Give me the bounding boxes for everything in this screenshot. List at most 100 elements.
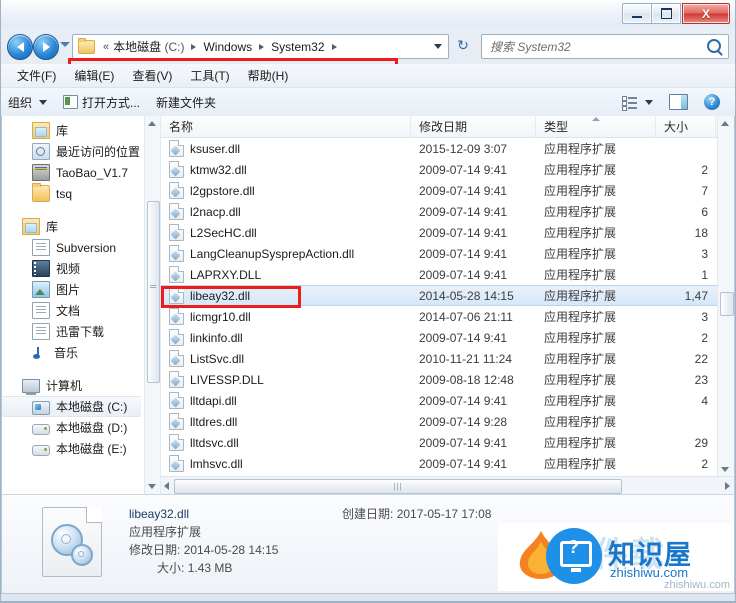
table-row[interactable]: libeay32.dll 2014-05-28 14:15 应用程序扩展 1,47	[161, 285, 734, 306]
navigation-scroll-thumb[interactable]	[147, 201, 160, 383]
scroll-up-icon[interactable]	[148, 121, 156, 126]
breadcrumb-item-drive[interactable]: 本地磁盘 (C:)	[111, 38, 186, 55]
nav-item-videos[interactable]: 视频	[2, 258, 160, 279]
details-pane: libeay32.dll 应用程序扩展 修改日期: 2014-05-28 14:…	[1, 494, 735, 594]
scroll-right-icon[interactable]	[725, 482, 730, 490]
menu-file[interactable]: 文件(F)	[8, 65, 65, 86]
table-row[interactable]: lltdsvc.dll 2009-07-14 9:41 应用程序扩展 29	[161, 432, 734, 453]
horizontal-scroll-thumb[interactable]: |||	[174, 479, 622, 494]
help-button[interactable]: ?	[696, 94, 728, 110]
scroll-down-icon[interactable]	[721, 467, 729, 472]
file-type-cell: 应用程序扩展	[544, 142, 617, 156]
scroll-up-icon[interactable]	[721, 121, 729, 126]
refresh-button[interactable]: ↻	[452, 34, 474, 57]
back-button[interactable]	[7, 34, 33, 60]
search-input[interactable]: 搜索 System32	[481, 34, 729, 59]
forward-button[interactable]	[33, 34, 59, 60]
address-bar[interactable]: « 本地磁盘 (C:) Windows System32	[72, 34, 449, 59]
close-button[interactable]: X	[682, 3, 730, 24]
nav-item-drive-c[interactable]: 本地磁盘 (C:)	[2, 396, 141, 417]
table-row[interactable]: linkinfo.dll 2009-07-14 9:41 应用程序扩展 2	[161, 327, 734, 348]
table-row[interactable]: l2nacp.dll 2009-07-14 9:41 应用程序扩展 6	[161, 201, 734, 222]
breadcrumb-item-windows[interactable]: Windows	[201, 40, 254, 54]
organize-button[interactable]: 组织	[0, 94, 55, 111]
nav-item-label: 视频	[56, 262, 81, 276]
nav-item-taobao[interactable]: TaoBao_V1.7	[2, 162, 160, 183]
menu-help[interactable]: 帮助(H)	[239, 65, 298, 86]
breadcrumb-separator-icon[interactable]	[331, 43, 337, 50]
history-dropdown-icon[interactable]	[60, 42, 70, 47]
search-icon[interactable]	[707, 39, 721, 53]
address-dropdown-icon[interactable]	[434, 44, 442, 49]
table-row[interactable]: l2gpstore.dll 2009-07-14 9:41 应用程序扩展 7	[161, 180, 734, 201]
file-list-pane: 名称 修改日期 类型 大小 ksuser.dll 2015-12-09 3:07 应…	[161, 116, 734, 494]
nav-item-documents[interactable]: 文档	[2, 300, 160, 321]
table-row[interactable]: lmhsvc.dll 2009-07-14 9:41 应用程序扩展 2	[161, 453, 734, 474]
menu-tools[interactable]: 工具(T)	[181, 65, 238, 86]
breadcrumb-item-system32[interactable]: System32	[269, 40, 326, 54]
menu-edit[interactable]: 编辑(E)	[65, 65, 123, 86]
nav-item-drive-d[interactable]: 本地磁盘 (D:)	[2, 417, 160, 438]
breadcrumb-separator-icon[interactable]	[259, 43, 265, 50]
column-header-name[interactable]: 名称	[161, 116, 411, 137]
table-row[interactable]: lltdres.dll 2009-07-14 9:28 应用程序扩展	[161, 411, 734, 432]
column-header-size[interactable]: 大小	[656, 116, 716, 137]
nav-item-xunlei-downloads[interactable]: 迅雷下载	[2, 321, 160, 342]
details-filename: libeay32.dll	[129, 507, 190, 521]
table-row[interactable]: LIVESSP.DLL 2009-08-18 12:48 应用程序扩展 23	[161, 369, 734, 390]
open-with-button[interactable]: 打开方式...	[55, 94, 148, 111]
table-row[interactable]: ktmw32.dll 2009-07-14 9:41 应用程序扩展 2	[161, 159, 734, 180]
table-row[interactable]: lltdapi.dll 2009-07-14 9:41 应用程序扩展 4	[161, 390, 734, 411]
table-row[interactable]: L2SecHC.dll 2009-07-14 9:41 应用程序扩展 18	[161, 222, 734, 243]
scroll-left-icon[interactable]	[164, 482, 169, 490]
file-date-cell: 2009-07-14 9:41	[419, 225, 508, 240]
file-name-label: lltdres.dll	[190, 414, 238, 429]
file-name-cell: LAPRXY.DLL	[161, 266, 411, 283]
file-type-cell: 应用程序扩展	[544, 436, 617, 450]
nav-item-subversion[interactable]: Subversion	[2, 237, 160, 258]
menu-view[interactable]: 查看(V)	[123, 65, 181, 86]
file-list-scroll-thumb[interactable]	[720, 292, 734, 316]
table-row[interactable]: LAPRXY.DLL 2009-07-14 9:41 应用程序扩展 1	[161, 264, 734, 285]
file-list-vertical-scrollbar[interactable]	[717, 116, 734, 477]
nav-item-pictures[interactable]: 图片	[2, 279, 160, 300]
breadcrumb-separator-icon[interactable]	[191, 43, 197, 50]
table-row[interactable]: ksuser.dll 2015-12-09 3:07 应用程序扩展	[161, 138, 734, 159]
nav-section-libraries[interactable]: 库	[2, 216, 160, 237]
file-list-horizontal-scrollbar[interactable]: |||	[161, 476, 734, 494]
nav-item-libraries-fav[interactable]: 库	[2, 120, 160, 141]
preview-pane-button[interactable]	[661, 94, 696, 110]
file-size-cell: 1	[701, 267, 708, 282]
explorer-content: 库 最近访问的位置 TaoBao_V1.7 tsq 库 Subversion 视…	[1, 116, 735, 494]
minimize-button[interactable]	[622, 3, 652, 24]
column-header-type[interactable]: 类型	[536, 116, 656, 137]
minimize-icon	[632, 15, 642, 18]
nav-item-drive-e[interactable]: 本地磁盘 (E:)	[2, 438, 160, 459]
navigation-scrollbar[interactable]	[144, 116, 160, 494]
breadcrumb-overflow-icon[interactable]: «	[103, 41, 109, 53]
file-size-cell: 22	[694, 351, 708, 366]
download-icon	[32, 323, 50, 340]
file-name-cell: lltdres.dll	[161, 413, 411, 430]
table-row[interactable]: ListSvc.dll 2010-11-21 11:24 应用程序扩展 22	[161, 348, 734, 369]
video-icon	[32, 260, 50, 277]
nav-item-recent-places[interactable]: 最近访问的位置	[2, 141, 160, 162]
column-header-date[interactable]: 修改日期	[411, 116, 536, 137]
nav-section-computer[interactable]: 计算机	[2, 375, 160, 396]
table-row[interactable]: LangCleanupSysprepAction.dll 2009-07-14 9…	[161, 243, 734, 264]
dll-file-icon	[169, 266, 184, 283]
details-created: 创建日期: 2017-05-17 17:08	[342, 505, 491, 522]
new-folder-button[interactable]: 新建文件夹	[148, 94, 224, 111]
details-modified-label: 修改日期:	[129, 543, 181, 557]
dll-file-icon	[169, 413, 184, 430]
maximize-button[interactable]	[652, 3, 681, 24]
file-name-cell: ktmw32.dll	[161, 161, 411, 178]
table-row[interactable]: licmgr10.dll 2014-07-06 21:11 应用程序扩展 3	[161, 306, 734, 327]
nav-item-tsq[interactable]: tsq	[2, 183, 160, 204]
scroll-down-icon[interactable]	[148, 484, 156, 489]
nav-item-music[interactable]: 音乐	[2, 342, 160, 363]
document-icon	[32, 302, 50, 319]
view-options-button[interactable]	[614, 95, 661, 111]
file-name-cell: l2gpstore.dll	[161, 182, 411, 199]
details-size: 大小: 1.43 MB	[129, 559, 278, 577]
